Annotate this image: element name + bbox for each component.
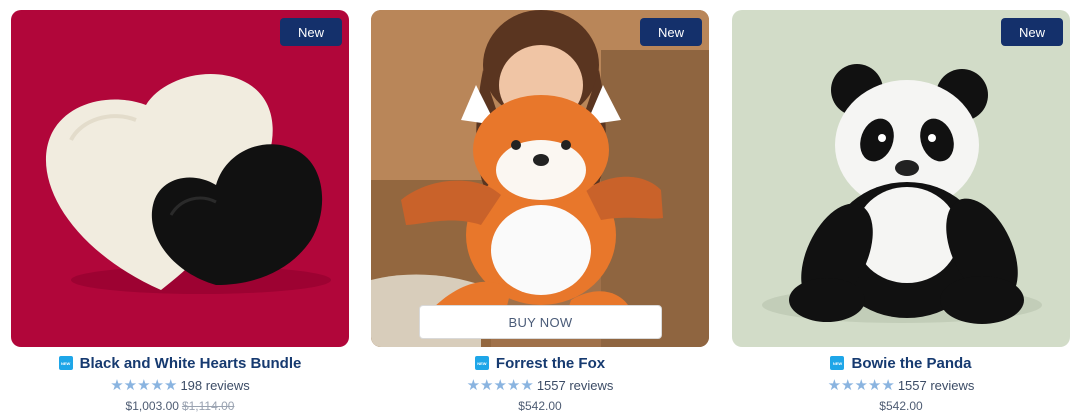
product-image-hearts[interactable]: New [11, 10, 349, 347]
product-rating[interactable]: ★★★★★ 1557 reviews [732, 375, 1070, 395]
new-icon: NEW [474, 356, 489, 370]
new-badge: New [640, 18, 702, 46]
new-badge: New [1001, 18, 1063, 46]
product-title[interactable]: NEW Black and White Hearts Bundle [11, 353, 349, 373]
product-card-hearts-bundle[interactable]: New NEW Black and White Hearts Bundle ★★… [11, 10, 349, 413]
product-title[interactable]: NEW Bowie the Panda [732, 353, 1070, 373]
product-grid: New NEW Black and White Hearts Bundle ★★… [0, 0, 1080, 413]
review-count[interactable]: 198 reviews [180, 378, 249, 393]
product-image-fox[interactable]: New BUY NOW [371, 10, 709, 347]
star-rating-icon: ★★★★★ [110, 376, 178, 394]
product-price: $1,003.00 $1,114.00 [11, 397, 349, 413]
sale-price: $542.00 [518, 399, 562, 413]
product-rating[interactable]: ★★★★★ 198 reviews [11, 375, 349, 395]
new-icon: NEW [830, 356, 845, 370]
new-badge: New [280, 18, 342, 46]
sale-price: $1,003.00 [125, 399, 179, 413]
product-price: $542.00 [371, 397, 709, 413]
sale-price: $542.00 [879, 399, 923, 413]
product-card-bowie-panda[interactable]: New NEW Bowie the Panda ★★★★★ 1557 revie… [732, 10, 1070, 413]
hearts-illustration [11, 10, 349, 347]
new-icon: NEW [58, 356, 73, 370]
product-title-text[interactable]: Bowie the Panda [851, 355, 971, 372]
star-rating-icon: ★★★★★ [466, 376, 534, 394]
product-title-text[interactable]: Black and White Hearts Bundle [80, 355, 302, 372]
product-title[interactable]: NEW Forrest the Fox [371, 353, 709, 373]
product-title-text[interactable]: Forrest the Fox [496, 355, 605, 372]
star-rating-icon: ★★★★★ [827, 376, 895, 394]
product-image-panda[interactable]: New [732, 10, 1070, 347]
fox-illustration [371, 10, 709, 347]
product-card-forrest-fox[interactable]: New BUY NOW NEW Forrest the Fox ★★★★★ 15… [371, 10, 709, 413]
product-rating[interactable]: ★★★★★ 1557 reviews [371, 375, 709, 395]
panda-illustration [732, 10, 1070, 347]
product-price: $542.00 [732, 397, 1070, 413]
buy-now-button[interactable]: BUY NOW [419, 305, 662, 339]
review-count[interactable]: 1557 reviews [898, 378, 975, 393]
review-count[interactable]: 1557 reviews [537, 378, 614, 393]
original-price: $1,114.00 [181, 399, 235, 413]
